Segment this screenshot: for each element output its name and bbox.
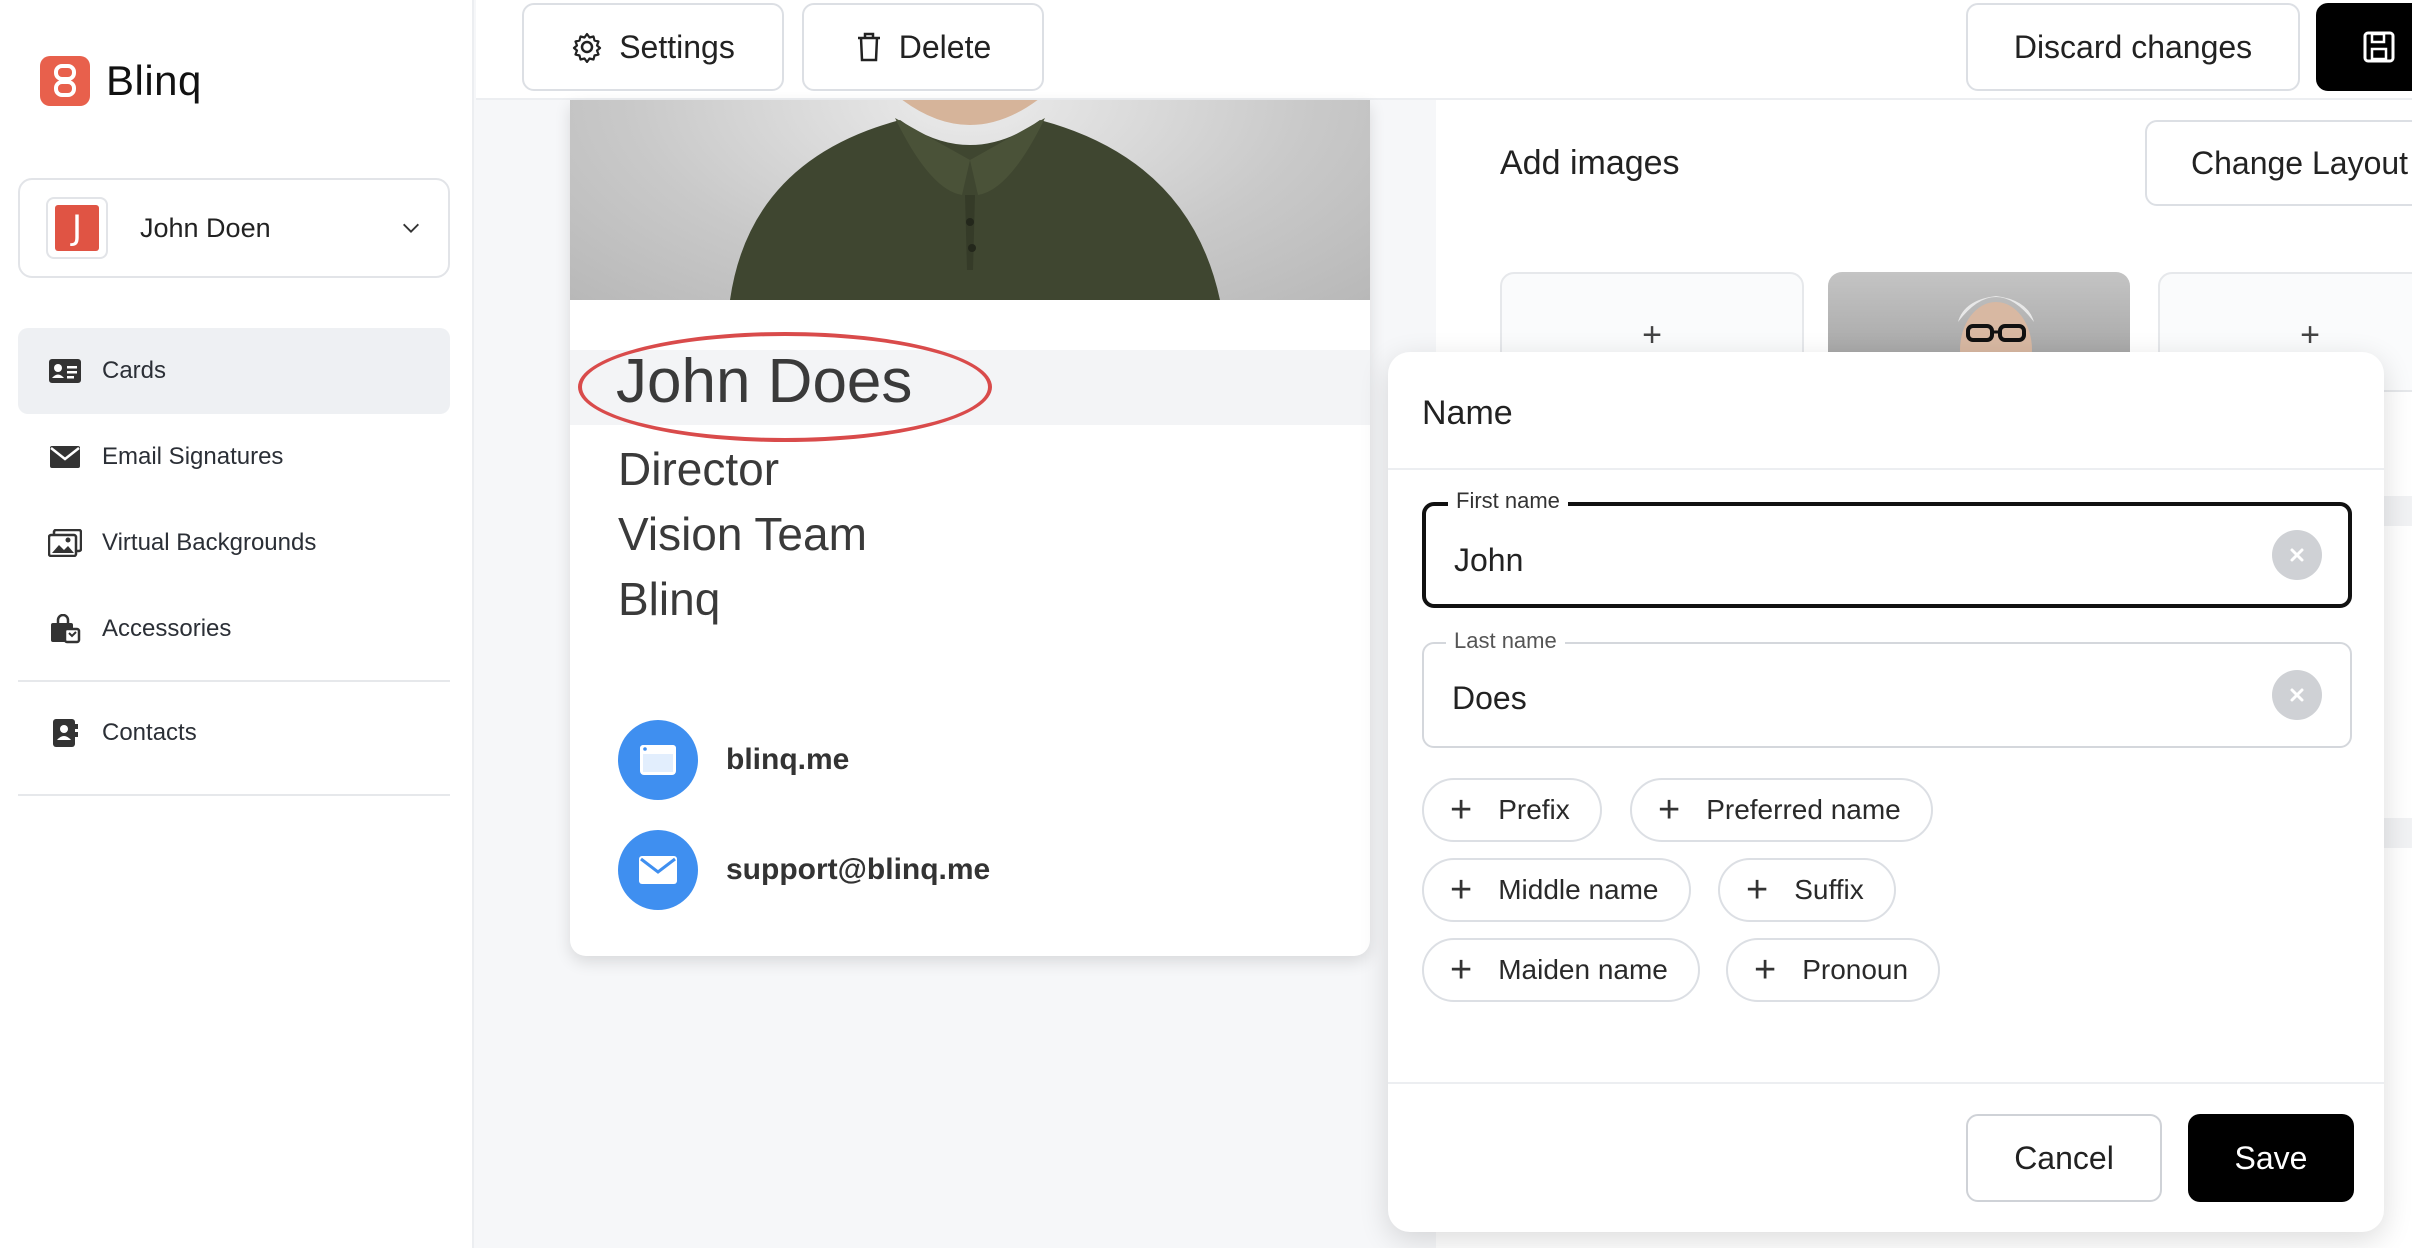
last-name-input[interactable] — [1452, 680, 2252, 717]
first-name-label: First name — [1448, 488, 1568, 514]
sidebar-item-virtual-backgrounds[interactable]: Virtual Backgrounds — [18, 500, 450, 586]
sidebar-item-label: Email Signatures — [102, 443, 284, 470]
first-name-field[interactable]: First name — [1422, 488, 2352, 608]
close-icon — [2290, 548, 2304, 562]
plus-icon: + — [1658, 789, 1681, 831]
dialog-divider — [1388, 468, 2384, 470]
card-website: blinq.me — [726, 743, 850, 776]
plus-icon: + — [1450, 789, 1473, 831]
gear-icon — [573, 32, 602, 63]
settings-button[interactable]: Settings — [522, 3, 784, 91]
envelope-icon — [48, 443, 82, 471]
add-preferred-name-chip[interactable]: + Preferred name — [1630, 778, 1933, 842]
floppy-disk-icon — [2363, 31, 2395, 63]
brand[interactable]: Blinq — [40, 56, 202, 106]
chip-label: Prefix — [1498, 794, 1570, 825]
close-icon — [2290, 688, 2304, 702]
clear-last-name-button[interactable] — [2272, 670, 2322, 720]
sidebar-item-label: Cards — [102, 357, 167, 384]
envelope-icon — [618, 830, 698, 910]
card-department[interactable]: Vision Team — [618, 507, 867, 561]
add-prefix-chip[interactable]: + Prefix — [1422, 778, 1602, 842]
plus-icon: + — [1450, 949, 1473, 991]
avatar: J — [46, 197, 108, 259]
add-pronoun-chip[interactable]: + Pronoun — [1726, 938, 1941, 1002]
plus-icon: + — [1746, 869, 1769, 911]
first-name-input[interactable] — [1454, 542, 2254, 579]
brand-name: Blinq — [106, 57, 202, 104]
profile-photo — [570, 100, 1370, 300]
delete-button[interactable]: Delete — [802, 3, 1044, 91]
chip-label: Suffix — [1794, 874, 1864, 905]
contact-book-icon — [48, 719, 82, 747]
clear-first-name-button[interactable] — [2272, 530, 2322, 580]
card-email: support@blinq.me — [726, 853, 991, 886]
account-switcher[interactable]: J John Doen — [18, 178, 450, 278]
sidebar-item-accessories[interactable]: Accessories — [18, 586, 450, 672]
sidebar: Blinq J John Doen Cards Email Signatures… — [0, 0, 474, 1248]
top-toolbar: Settings Delete Discard changes — [476, 0, 2412, 100]
sidebar-divider — [18, 680, 450, 682]
images-icon — [48, 529, 82, 557]
card-company[interactable]: Blinq — [618, 572, 720, 626]
add-suffix-chip[interactable]: + Suffix — [1718, 858, 1896, 922]
shopping-bag-icon — [48, 614, 82, 644]
chip-label: Maiden name — [1498, 954, 1668, 985]
chevron-down-icon — [403, 223, 419, 233]
chip-label: Pronoun — [1802, 954, 1909, 985]
change-layout-button[interactable]: Change Layout — [2145, 120, 2412, 206]
sidebar-item-cards[interactable]: Cards — [18, 328, 450, 414]
sidebar-divider — [18, 794, 450, 796]
sidebar-item-contacts[interactable]: Contacts — [18, 690, 450, 776]
card-website-row[interactable]: blinq.me — [618, 720, 849, 800]
last-name-field[interactable]: Last name — [1422, 628, 2352, 748]
chip-label: Preferred name — [1706, 794, 1901, 825]
sidebar-item-email-signatures[interactable]: Email Signatures — [18, 414, 450, 500]
last-name-label: Last name — [1446, 628, 1565, 654]
card-job-title[interactable]: Director — [618, 442, 779, 496]
plus-icon: + — [1450, 869, 1473, 911]
sidebar-item-label: Contacts — [102, 719, 197, 746]
browser-window-icon — [618, 720, 698, 800]
discard-label: Discard changes — [2013, 28, 2253, 65]
annotation-circle — [578, 332, 992, 442]
id-card-icon — [48, 357, 82, 385]
plus-icon: + — [1754, 949, 1777, 991]
add-images-heading: Add images — [1500, 144, 1680, 182]
sidebar-item-label: Accessories — [102, 615, 232, 642]
settings-label: Settings — [619, 28, 735, 65]
sidebar-item-label: Virtual Backgrounds — [102, 529, 317, 556]
dialog-divider — [1388, 1082, 2384, 1084]
name-dialog: Name First name Last name + Prefix + Pre… — [1388, 352, 2384, 1232]
add-maiden-name-chip[interactable]: + Maiden name — [1422, 938, 1700, 1002]
chip-label: Middle name — [1498, 874, 1659, 905]
save-changes-button[interactable] — [2316, 3, 2412, 91]
card-preview[interactable]: John Does Director Vision Team Blinq bli… — [570, 100, 1370, 956]
add-middle-name-chip[interactable]: + Middle name — [1422, 858, 1691, 922]
trash-icon — [857, 32, 880, 62]
sidebar-nav: Cards Email Signatures Virtual Backgroun… — [18, 328, 450, 804]
discard-changes-button[interactable]: Discard changes — [1966, 3, 2300, 91]
dialog-title: Name — [1422, 394, 1513, 432]
card-email-row[interactable]: support@blinq.me — [618, 830, 990, 910]
cancel-button[interactable]: Cancel — [1966, 1114, 2162, 1202]
blinq-logo-icon — [40, 56, 90, 106]
delete-label: Delete — [898, 28, 992, 65]
save-button[interactable]: Save — [2188, 1114, 2354, 1202]
account-name: John Doen — [140, 212, 271, 243]
